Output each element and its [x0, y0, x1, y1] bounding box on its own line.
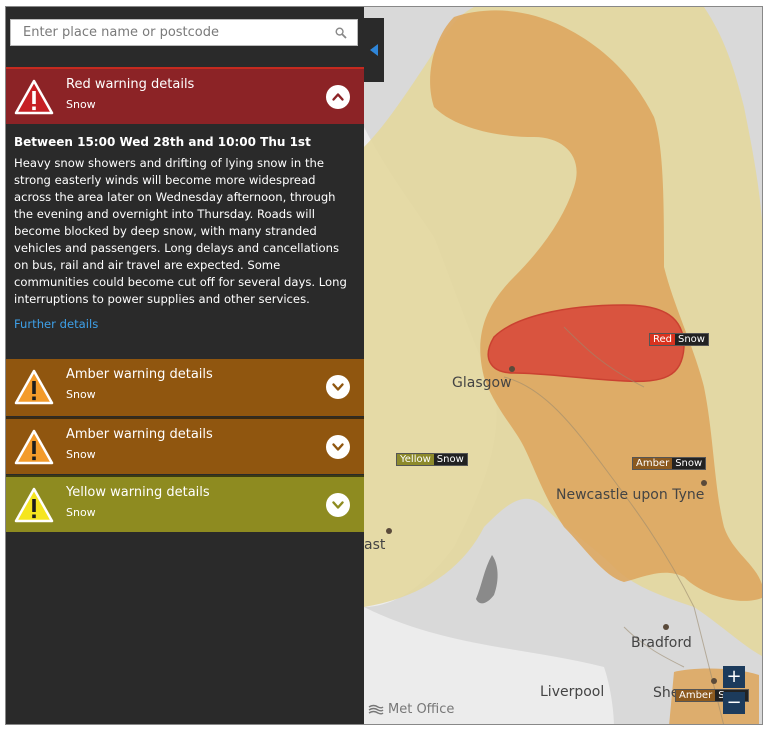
chevron-down-icon[interactable]	[326, 435, 350, 459]
place-label-belfast-partial: ast	[364, 537, 386, 553]
warning-type: Snow	[675, 334, 708, 345]
app-frame: Red warning details Snow Between 15:00 W…	[5, 6, 763, 725]
met-office-label: Met Office	[388, 702, 455, 717]
yellow-warning-header[interactable]: Yellow warning details Snow	[6, 475, 364, 532]
warning-level: Red	[650, 334, 675, 345]
warning-triangle-icon	[14, 79, 54, 115]
red-warning-details: Between 15:00 Wed 28th and 10:00 Thu 1st…	[14, 135, 354, 331]
warning-map[interactable]: Glasgow Newcastle upon Tyne ast Bradford…	[364, 7, 762, 724]
amber-warning-type-1: Snow	[66, 388, 96, 401]
warning-description: Heavy snow showers and drifting of lying…	[14, 156, 347, 306]
amber-warning-title-1: Amber warning details	[66, 367, 213, 382]
chevron-up-icon[interactable]	[326, 85, 350, 109]
red-warning-title: Red warning details	[66, 77, 195, 92]
warning-triangle-icon	[14, 369, 54, 405]
yellow-warning-type: Snow	[66, 506, 96, 519]
place-label-glasgow: Glasgow	[452, 375, 512, 391]
warning-triangle-icon	[14, 487, 54, 523]
warning-level: Yellow	[397, 454, 434, 465]
further-details-link[interactable]: Further details	[14, 317, 354, 331]
warning-type: Snow	[433, 454, 467, 465]
map-canvas	[364, 7, 762, 724]
amber-warning-header-1[interactable]: Amber warning details Snow	[6, 359, 364, 416]
amber-warning-title-2: Amber warning details	[66, 427, 213, 442]
chevron-left-icon	[370, 44, 378, 56]
zoom-out-button[interactable]: −	[723, 692, 745, 714]
map-label-red-snow[interactable]: Red Snow	[649, 333, 709, 346]
chevron-down-icon[interactable]	[326, 493, 350, 517]
warnings-panel: Red warning details Snow Between 15:00 W…	[6, 7, 364, 724]
chevron-down-icon[interactable]	[326, 375, 350, 399]
search-input[interactable]	[11, 20, 333, 45]
zoom-in-button[interactable]: +	[723, 666, 745, 688]
map-label-yellow-snow[interactable]: Yellow Snow	[396, 453, 468, 466]
place-label-bradford: Bradford	[631, 635, 692, 651]
place-label-liverpool: Liverpool	[540, 684, 605, 700]
search-icon[interactable]	[333, 25, 349, 41]
red-warning-type: Snow	[66, 98, 96, 111]
warning-period: Between 15:00 Wed 28th and 10:00 Thu 1st	[14, 135, 311, 149]
search-box	[10, 19, 358, 46]
met-office-logo: Met Office	[368, 702, 454, 717]
place-label-newcastle: Newcastle upon Tyne	[556, 487, 705, 503]
map-label-amber-snow-ne[interactable]: Amber Snow	[632, 457, 707, 470]
warning-level: Amber	[676, 690, 716, 701]
warning-level: Amber	[633, 458, 673, 469]
amber-warning-header-2[interactable]: Amber warning details Snow	[6, 417, 364, 474]
met-office-icon	[368, 704, 384, 714]
warning-triangle-icon	[14, 429, 54, 465]
warning-type: Snow	[672, 458, 706, 469]
red-warning-header[interactable]: Red warning details Snow	[6, 67, 364, 124]
amber-warning-type-2: Snow	[66, 448, 96, 461]
collapse-panel-button[interactable]	[364, 18, 384, 82]
yellow-warning-title: Yellow warning details	[66, 485, 210, 500]
